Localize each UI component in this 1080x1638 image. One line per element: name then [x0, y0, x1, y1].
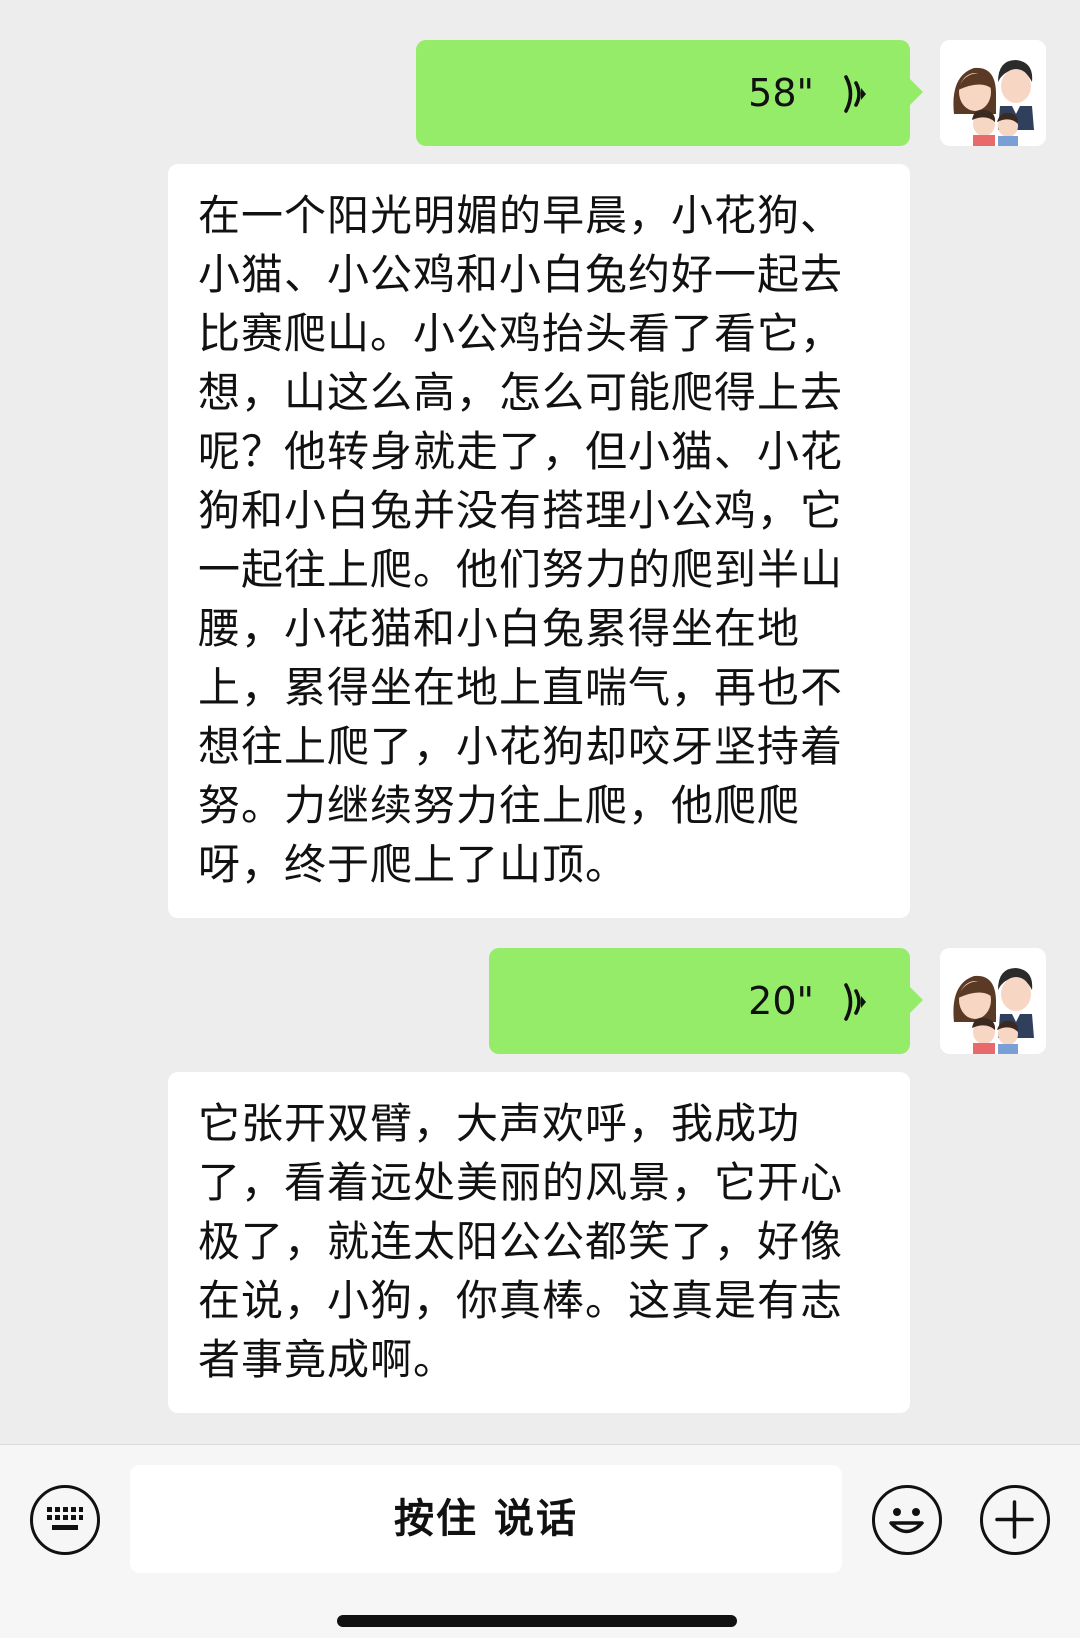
- voice-duration: 58": [748, 71, 814, 115]
- message-text: 在一个阳光明媚的早晨，小花狗、小猫、小公鸡和小白兔约好一起去比赛爬山。小公鸡抬头…: [198, 191, 844, 889]
- voice-duration: 20": [748, 979, 814, 1023]
- input-bar: 按住 说话: [0, 1444, 1080, 1638]
- home-indicator: [337, 1615, 737, 1627]
- emoji-button[interactable]: [872, 1485, 942, 1555]
- user-avatar[interactable]: [940, 948, 1046, 1054]
- chat-area: 58" 在一个阳光明媚的早晨，小花狗、小猫、小公鸡和小白兔约好一起去比赛爬山。小…: [0, 0, 1080, 1444]
- family-avatar-icon: [940, 40, 1046, 146]
- voice-message-bubble[interactable]: 20": [489, 948, 923, 1054]
- voice-message-bubble[interactable]: 58": [416, 40, 923, 146]
- message-text-card[interactable]: 它张开双臂，大声欢呼，我成功了，看着远处美丽的风景，它开心极了，就连太阳公公都笑…: [168, 1072, 910, 1413]
- keyboard-toggle-button[interactable]: [30, 1485, 100, 1555]
- user-avatar[interactable]: [940, 40, 1046, 146]
- more-actions-button[interactable]: [980, 1485, 1050, 1555]
- plus-icon: [995, 1500, 1034, 1539]
- hold-to-talk-button[interactable]: 按住 说话: [130, 1465, 842, 1573]
- voice-wave-icon: [844, 983, 866, 1021]
- voice-wave-icon: [844, 75, 866, 113]
- keyboard-icon: [47, 1507, 83, 1530]
- message-text-card[interactable]: 在一个阳光明媚的早晨，小花狗、小猫、小公鸡和小白兔约好一起去比赛爬山。小公鸡抬头…: [168, 164, 910, 918]
- message-text: 它张开双臂，大声欢呼，我成功了，看着远处美丽的风景，它开心极了，就连太阳公公都笑…: [198, 1099, 844, 1384]
- family-avatar-icon: [940, 948, 1046, 1054]
- emoji-icon: [889, 1508, 924, 1534]
